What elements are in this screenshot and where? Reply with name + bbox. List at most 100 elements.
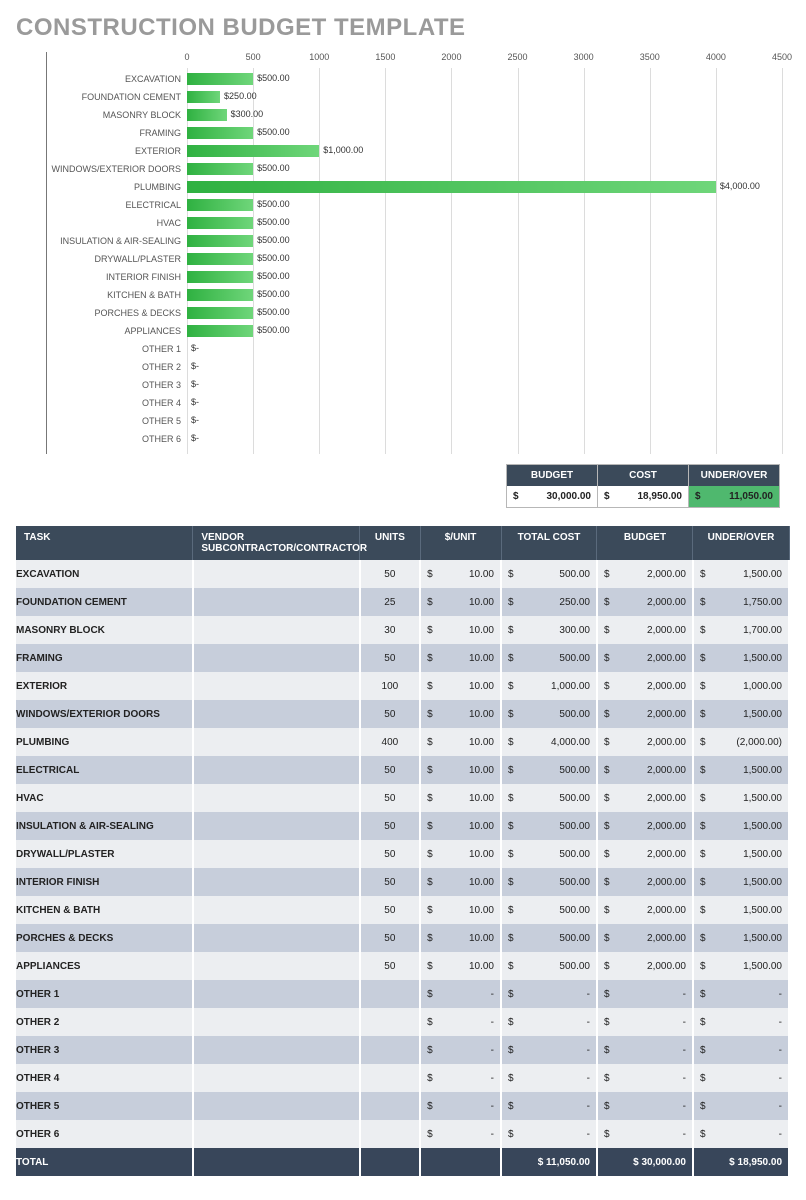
chart-row: OTHER 6 $-	[47, 432, 782, 446]
cell-vendor[interactable]	[193, 700, 360, 728]
chart-category-label: OTHER 6	[47, 434, 187, 444]
cell-units[interactable]	[360, 1064, 421, 1092]
cell-budget[interactable]: $-	[597, 1008, 693, 1036]
cell-vendor[interactable]	[193, 840, 360, 868]
cell-vendor[interactable]	[193, 756, 360, 784]
cell-vendor[interactable]	[193, 952, 360, 980]
cell-per-unit[interactable]: $10.00	[420, 840, 501, 868]
cell-vendor[interactable]	[193, 1092, 360, 1120]
cell-vendor[interactable]	[193, 560, 360, 588]
chart-value-label: $-	[191, 433, 199, 443]
cell-vendor[interactable]	[193, 672, 360, 700]
cell-vendor[interactable]	[193, 812, 360, 840]
cell-vendor[interactable]	[193, 1008, 360, 1036]
cell-budget[interactable]: $2,000.00	[597, 644, 693, 672]
cell-budget[interactable]: $2,000.00	[597, 700, 693, 728]
table-row: PORCHES & DECKS50$10.00$500.00$2,000.00$…	[16, 924, 789, 952]
cell-vendor[interactable]	[193, 588, 360, 616]
cell-per-unit[interactable]: $10.00	[420, 784, 501, 812]
cell-units[interactable]	[360, 1036, 421, 1064]
cell-units[interactable]: 25	[360, 588, 421, 616]
table-row: OTHER 2$-$-$-$-	[16, 1008, 789, 1036]
cell-units[interactable]	[360, 1120, 421, 1148]
chart: 050010001500200025003000350040004500 EXC…	[46, 52, 782, 454]
cell-budget[interactable]: $2,000.00	[597, 896, 693, 924]
cell-per-unit[interactable]: $10.00	[420, 616, 501, 644]
cell-per-unit[interactable]: $10.00	[420, 588, 501, 616]
cell-task: EXTERIOR	[16, 672, 193, 700]
cell-per-unit[interactable]: $-	[420, 1036, 501, 1064]
cell-budget[interactable]: $2,000.00	[597, 560, 693, 588]
cell-vendor[interactable]	[193, 616, 360, 644]
cell-budget[interactable]: $-	[597, 1120, 693, 1148]
cell-per-unit[interactable]: $10.00	[420, 756, 501, 784]
cell-per-unit[interactable]: $-	[420, 1120, 501, 1148]
cell-units[interactable]: 400	[360, 728, 421, 756]
cell-units[interactable]	[360, 1008, 421, 1036]
cell-units[interactable]: 50	[360, 700, 421, 728]
chart-row: MASONRY BLOCK$300.00	[47, 108, 782, 122]
cell-per-unit[interactable]: $-	[420, 1092, 501, 1120]
cell-vendor[interactable]	[193, 868, 360, 896]
cell-per-unit[interactable]: $10.00	[420, 672, 501, 700]
cell-budget[interactable]: $-	[597, 1064, 693, 1092]
cell-units[interactable]: 50	[360, 868, 421, 896]
chart-category-label: OTHER 2	[47, 362, 187, 372]
cell-units[interactable]: 50	[360, 560, 421, 588]
cell-budget[interactable]: $2,000.00	[597, 756, 693, 784]
cell-per-unit[interactable]: $10.00	[420, 868, 501, 896]
cell-budget[interactable]: $-	[597, 980, 693, 1008]
cell-units[interactable]: 50	[360, 896, 421, 924]
cell-per-unit[interactable]: $10.00	[420, 952, 501, 980]
cell-budget[interactable]: $2,000.00	[597, 784, 693, 812]
cell-units[interactable]: 50	[360, 840, 421, 868]
cell-units[interactable]: 50	[360, 644, 421, 672]
cell-vendor[interactable]	[193, 1120, 360, 1148]
cell-units[interactable]: 50	[360, 784, 421, 812]
cell-vendor[interactable]	[193, 980, 360, 1008]
cell-units[interactable]: 50	[360, 924, 421, 952]
cell-units[interactable]: 30	[360, 616, 421, 644]
cell-vendor[interactable]	[193, 896, 360, 924]
cell-budget[interactable]: $2,000.00	[597, 840, 693, 868]
cell-per-unit[interactable]: $10.00	[420, 924, 501, 952]
chart-value-label: $500.00	[257, 307, 290, 317]
cell-budget[interactable]: $2,000.00	[597, 868, 693, 896]
cell-vendor[interactable]	[193, 924, 360, 952]
cell-per-unit[interactable]: $10.00	[420, 896, 501, 924]
cell-units[interactable]: 50	[360, 756, 421, 784]
cell-vendor[interactable]	[193, 1036, 360, 1064]
cell-budget[interactable]: $2,000.00	[597, 952, 693, 980]
cell-total-label: TOTAL	[16, 1148, 193, 1176]
cell-units[interactable]	[360, 980, 421, 1008]
cell-budget[interactable]: $2,000.00	[597, 616, 693, 644]
cell-per-unit[interactable]: $10.00	[420, 700, 501, 728]
cell-budget[interactable]: $2,000.00	[597, 672, 693, 700]
cell-budget[interactable]: $-	[597, 1036, 693, 1064]
cell-per-unit[interactable]: $10.00	[420, 560, 501, 588]
cell-vendor[interactable]	[193, 644, 360, 672]
cell-per-unit[interactable]: $-	[420, 1008, 501, 1036]
cell-budget[interactable]: $-	[597, 1092, 693, 1120]
cell-budget[interactable]: $2,000.00	[597, 728, 693, 756]
cell-units[interactable]: 50	[360, 952, 421, 980]
cell-under-over: $1,750.00	[693, 588, 789, 616]
cell-units[interactable]	[360, 1092, 421, 1120]
cell-per-unit[interactable]: $10.00	[420, 812, 501, 840]
cell-vendor[interactable]	[193, 728, 360, 756]
cell-per-unit[interactable]: $10.00	[420, 644, 501, 672]
cell-vendor[interactable]	[193, 1064, 360, 1092]
cell-vendor[interactable]	[193, 784, 360, 812]
cell-units[interactable]: 50	[360, 812, 421, 840]
cell-budget[interactable]: $2,000.00	[597, 588, 693, 616]
cell-per-unit[interactable]: $-	[420, 1064, 501, 1092]
cell-per-unit[interactable]: $-	[420, 980, 501, 1008]
cell-units[interactable]: 100	[360, 672, 421, 700]
cell-per-unit[interactable]: $10.00	[420, 728, 501, 756]
cell-budget[interactable]: $2,000.00	[597, 812, 693, 840]
chart-value-label: $250.00	[224, 91, 257, 101]
cell-task: APPLIANCES	[16, 952, 193, 980]
cell-total-budget: $ 30,000.00	[597, 1148, 693, 1176]
cell-budget[interactable]: $2,000.00	[597, 924, 693, 952]
summary-row: BUDGET $30,000.00 COST $18,950.00 UNDER/…	[16, 464, 780, 508]
